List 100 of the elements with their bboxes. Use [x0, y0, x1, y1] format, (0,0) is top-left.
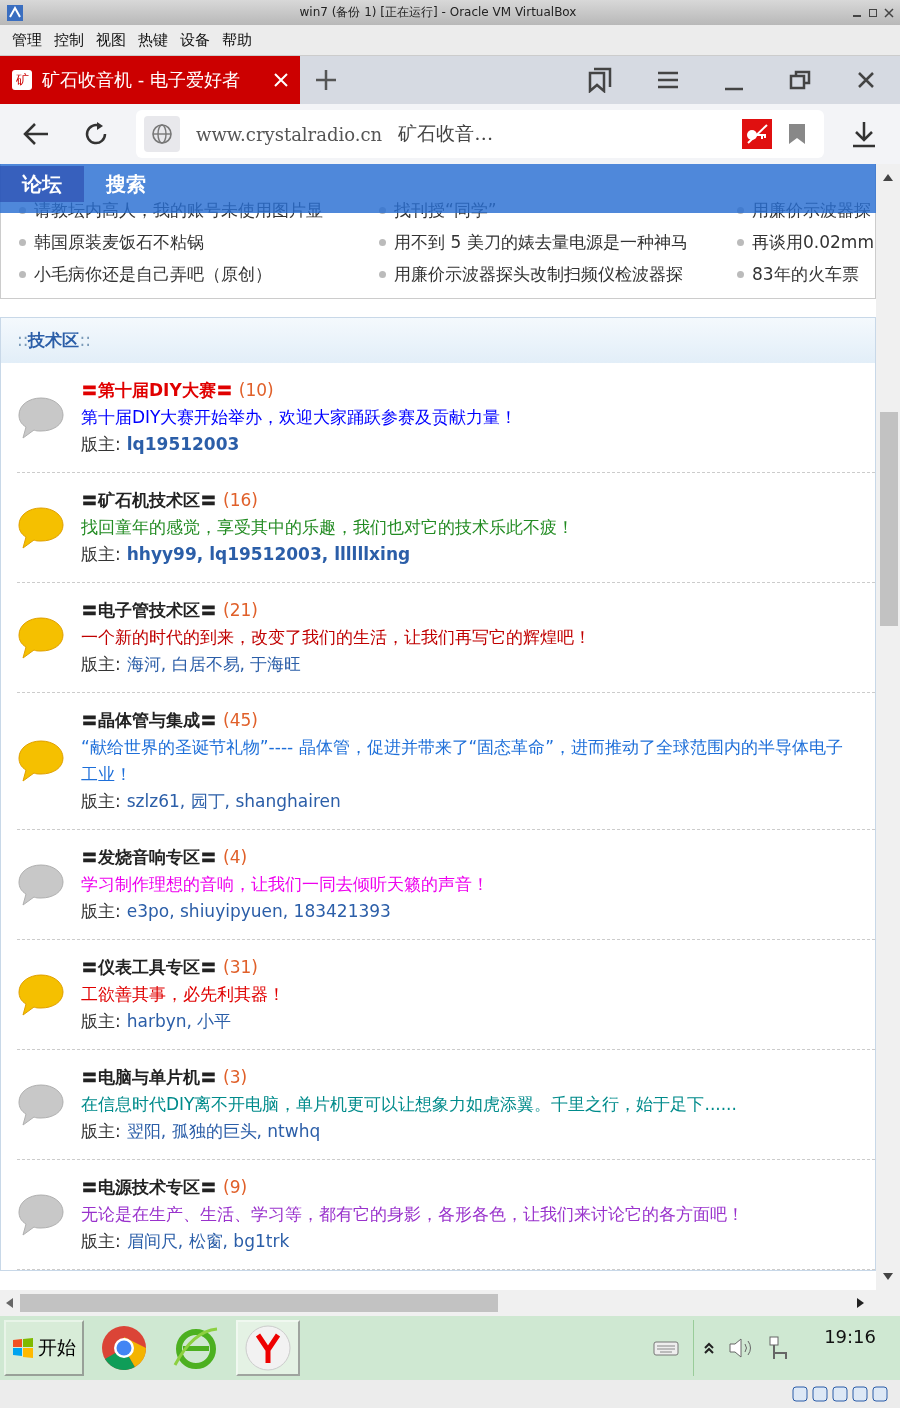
download-icon: [851, 120, 877, 148]
tab-title: 矿石收音机 - 电子爱好者: [42, 68, 241, 92]
menu-item[interactable]: 帮助: [216, 30, 258, 50]
device-status-icon[interactable]: [872, 1386, 888, 1402]
forum-description: 无论是在生产、生活、学习等，都有它的身影，各形各色，让我们来讨论它的各方面吧！: [81, 1203, 745, 1226]
topic-count: (10): [238, 380, 274, 400]
bullet-icon: [19, 270, 26, 278]
plus-icon: [314, 68, 338, 92]
post-link[interactable]: 韩国原装麦饭石不粘锅: [34, 230, 204, 254]
moderator-names[interactable]: 海河, 白居不易, 于海旺: [126, 654, 302, 674]
e-logo-icon: [173, 1325, 219, 1371]
moderators-label: 版主:: [81, 544, 121, 564]
moderator-names[interactable]: harbyn, 小平: [126, 1011, 232, 1031]
scroll-down-icon[interactable]: [882, 1272, 894, 1282]
moderator-names[interactable]: lq19512003: [126, 434, 240, 454]
taskbar-app-button[interactable]: [236, 1320, 300, 1376]
reload-icon: [83, 121, 109, 147]
forum-title[interactable]: 〓矿石机技术区〓: [81, 490, 217, 510]
moderators-label: 版主:: [81, 1011, 121, 1031]
bookmarks-icon: [587, 67, 613, 93]
moderator-names[interactable]: 翌阳, 孤独的巨头, ntwhq: [126, 1121, 321, 1141]
scroll-right-icon[interactable]: [856, 1297, 866, 1309]
caret-icon[interactable]: [704, 1341, 715, 1355]
forum-description: 第十届DIY大赛开始举办，欢迎大家踊跃参赛及贡献力量！: [81, 406, 519, 429]
post-link[interactable]: 再谈用0.02mm: [752, 230, 874, 254]
topic-count: (21): [223, 600, 258, 620]
menu-item[interactable]: 控制: [48, 30, 90, 50]
forum-title[interactable]: 〓仪表工具专区〓: [81, 957, 217, 977]
nav-tab[interactable]: 论坛: [0, 166, 84, 202]
page-title: 矿石收音…: [398, 121, 495, 146]
forum-title[interactable]: 〓电脑与单片机〓: [81, 1067, 217, 1087]
topic-count: (4): [223, 847, 248, 867]
forum-title[interactable]: 〓电子管技术区〓: [81, 600, 217, 620]
maximize-icon[interactable]: [868, 7, 878, 18]
topic-count: (9): [223, 1177, 248, 1197]
menu-item[interactable]: 设备: [174, 30, 216, 50]
bullet-icon: [737, 270, 744, 278]
moderator-names[interactable]: e3po, shiuyipyuen, 183421393: [126, 901, 391, 921]
forum-description: “献给世界的圣诞节礼物”---- 晶体管，促进并带来了“固态革命”，进而推动了全球范围内的半导体电子工业！: [81, 736, 845, 786]
clock-time: 19:16: [824, 1326, 876, 1347]
browser-tab[interactable]: 矿 矿石收音机 - 电子爱好者: [0, 56, 300, 104]
menu-item[interactable]: 热键: [132, 30, 174, 50]
virtualbox-icon: [6, 3, 24, 22]
bullet-icon: [379, 270, 386, 278]
forum-title[interactable]: 〓晶体管与集成〓: [81, 710, 217, 730]
globe-icon: [144, 116, 180, 152]
close-icon: [856, 70, 876, 90]
forum-title[interactable]: 〓电源技术专区〓: [81, 1177, 217, 1197]
scroll-left-icon[interactable]: [4, 1297, 14, 1309]
window-title: win7 (备份 1) [正在运行] - Oracle VM VirtualBox: [298, 4, 578, 21]
forum-title[interactable]: 〓发烧音响专区〓: [81, 847, 217, 867]
bookmark-icon[interactable]: [788, 123, 806, 145]
device-status-icon[interactable]: [832, 1386, 848, 1402]
y-logo-icon: [245, 1325, 291, 1371]
scroll-thumb[interactable]: [880, 412, 898, 626]
post-link[interactable]: 用廉价示波器探头改制扫频仪检波器探: [394, 262, 683, 286]
forum-title[interactable]: 〓第十届DIY大赛〓: [81, 380, 233, 400]
device-status-icon[interactable]: [852, 1386, 868, 1402]
scroll-thumb[interactable]: [20, 1294, 498, 1312]
key-icon[interactable]: [742, 119, 772, 149]
post-link[interactable]: 小毛病你还是自己弄吧（原创）: [34, 262, 272, 286]
topic-count: (3): [223, 1067, 248, 1087]
chrome-logo-icon: [101, 1325, 147, 1371]
device-status-icon[interactable]: [812, 1386, 828, 1402]
address-bar[interactable]: www.crystalradio.cn 矿石收音…: [136, 110, 824, 158]
moderators-label: 版主:: [81, 434, 121, 454]
moderator-names[interactable]: szlz61, 园丁, shanghairen: [126, 791, 341, 811]
topic-count: (45): [223, 710, 258, 730]
close-icon[interactable]: [884, 7, 894, 18]
moderators-label: 版主:: [81, 654, 121, 674]
forum-description: 一个新的时代的到来，改变了我们的生活，让我们再写它的辉煌吧！: [81, 626, 592, 649]
bullet-icon: [737, 238, 744, 246]
back-arrow-icon: [22, 122, 50, 146]
post-link[interactable]: 83年的火车票: [752, 262, 859, 286]
bullet-icon: [19, 238, 26, 246]
restore-icon: [789, 69, 811, 91]
bullet-icon: [379, 238, 386, 246]
moderators-label: 版主:: [81, 1121, 121, 1141]
url-text: www.crystalradio.cn: [196, 123, 383, 145]
nav-tab[interactable]: 搜索: [84, 166, 168, 202]
moderator-names[interactable]: hhyy99, lq19512003, llllllxing: [126, 544, 411, 564]
device-status-icon[interactable]: [792, 1386, 808, 1402]
windows-logo-icon: [12, 1337, 34, 1359]
site-icon: 矿: [12, 70, 32, 90]
scroll-up-icon[interactable]: [882, 172, 894, 182]
minimize-icon: [724, 87, 744, 91]
moderators-label: 版主:: [81, 901, 121, 921]
forum-description: 找回童年的感觉，享受其中的乐趣，我们也对它的技术乐此不疲！: [81, 516, 575, 539]
moderators-label: 版主:: [81, 791, 121, 811]
menu-item[interactable]: 管理: [6, 30, 48, 50]
section-title: ::技术区::: [1, 318, 875, 363]
start-button[interactable]: 开始: [4, 1320, 84, 1376]
moderators-label: 版主:: [81, 1231, 121, 1251]
forum-description: 学习制作理想的音响，让我们一同去倾听天籁的声音！: [81, 873, 490, 896]
post-link[interactable]: 用不到 5 美刀的婊去量电源是一种神马: [394, 230, 688, 254]
forum-description: 工欲善其事，必先利其器！: [81, 983, 286, 1006]
moderator-names[interactable]: 眉间尺, 松窗, bg1trk: [126, 1231, 290, 1251]
topic-count: (16): [223, 490, 258, 510]
menu-item[interactable]: 视图: [90, 30, 132, 50]
topic-count: (31): [223, 957, 258, 977]
